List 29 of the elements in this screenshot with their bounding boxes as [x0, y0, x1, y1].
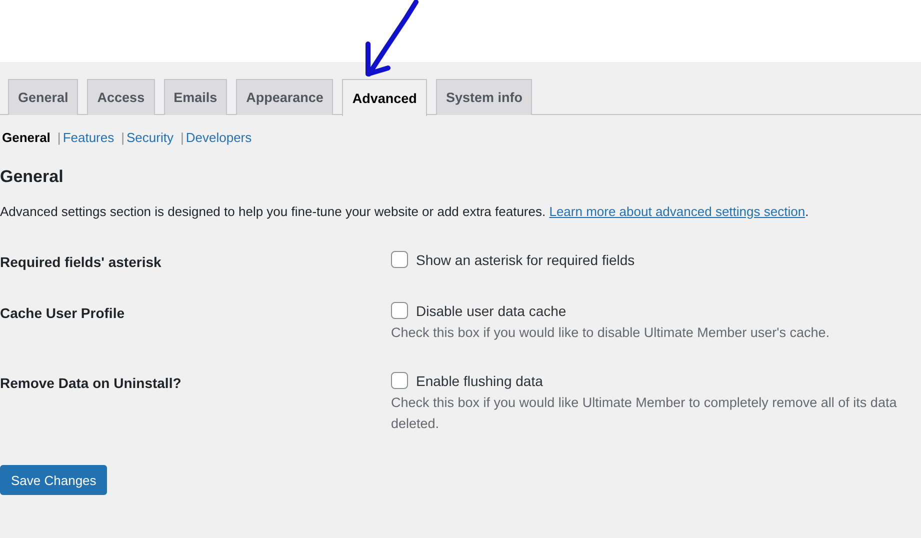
checkbox-label: Show an asterisk for required fields	[416, 252, 635, 268]
settings-tab[interactable]: Emails	[164, 79, 228, 115]
checkbox-label: Disable user data cache	[416, 302, 566, 318]
save-changes-button[interactable]: Save Changes	[0, 465, 108, 495]
settings-tab[interactable]: Appearance	[236, 79, 334, 115]
learn-more-link[interactable]: Learn more about advanced settings section	[549, 204, 806, 219]
settings-tab[interactable]: Access	[87, 79, 155, 115]
subnav-link[interactable]: Security	[126, 130, 174, 144]
separator: |	[180, 130, 184, 144]
setting-label: Remove Data on Uninstall?	[0, 374, 182, 393]
help-text: deleted.	[391, 417, 440, 431]
section-description: Advanced settings section is designed to help you fine-tune your website or add extra features. Learn more about advanced settings section.	[0, 204, 810, 219]
checkbox[interactable]	[391, 251, 408, 268]
subnav-link[interactable]: General	[2, 130, 50, 144]
checkbox[interactable]	[391, 302, 408, 319]
separator: |	[57, 130, 61, 144]
help-text: Check this box if you would like Ultimate Member to completely remove all of its data	[391, 396, 898, 410]
separator: |	[121, 130, 125, 144]
checkbox-label: Enable flushing data	[416, 372, 543, 388]
checkbox[interactable]	[391, 372, 408, 389]
settings-tab[interactable]: General	[8, 79, 78, 115]
settings-tab[interactable]: System info	[436, 79, 532, 115]
subnav-link[interactable]: Features	[62, 130, 114, 144]
help-text: Check this box if you would like to disable Ultimate Member user's cache.	[391, 326, 831, 340]
subnav-link[interactable]: Developers	[186, 130, 252, 144]
settings-tab[interactable]: Advanced	[342, 79, 427, 116]
setting-label: Cache User Profile	[0, 304, 126, 323]
setting-label: Required fields' asterisk	[0, 253, 162, 270]
section-title: General	[0, 167, 64, 187]
